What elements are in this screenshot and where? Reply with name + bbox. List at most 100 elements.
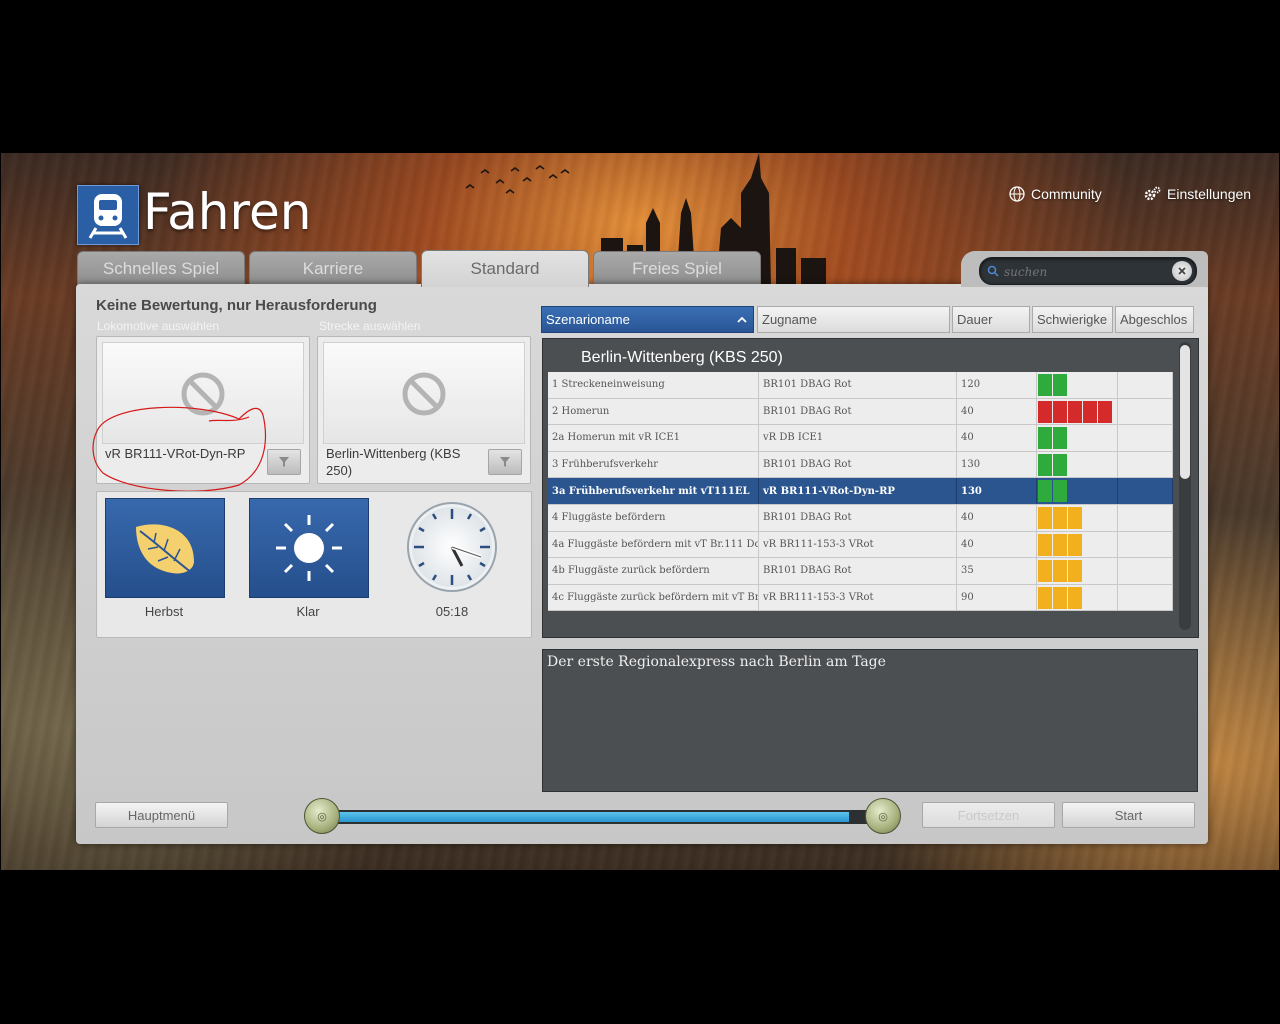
difficulty-bars: [1038, 480, 1067, 503]
scenario-name-cell: 4c Fluggäste zurück befördern mit vT Br.…: [548, 584, 759, 611]
table-row[interactable]: 4b Fluggäste zurück befördern BR101 DBAG …: [548, 558, 1173, 585]
main-menu-button[interactable]: Hauptmenü: [95, 802, 228, 828]
page-title: Fahren: [143, 183, 312, 241]
duration-cell: 40: [957, 531, 1037, 558]
difficulty-block: [1038, 560, 1052, 583]
scenario-name-cell: 4b Fluggäste zurück befördern: [548, 558, 759, 584]
difficulty-bars: [1038, 374, 1067, 396]
difficulty-block: [1053, 453, 1067, 476]
table-row[interactable]: 4 Fluggäste befördern BR101 DBAG Rot 40: [548, 504, 1173, 532]
globe-icon: [1009, 186, 1025, 202]
difficulty-block: [1053, 506, 1067, 529]
difficulty-block: [1038, 453, 1052, 476]
difficulty-block: [1038, 427, 1052, 450]
difficulty-block: [1098, 400, 1112, 423]
tab-quick-game[interactable]: Schnelles Spiel: [77, 251, 245, 286]
column-duration[interactable]: Dauer: [952, 306, 1030, 333]
train-name-cell: BR101 DBAG Rot: [759, 451, 957, 478]
scenario-name-cell: 1 Streckeneinweisung: [548, 372, 759, 398]
duration-cell: 130: [957, 451, 1037, 478]
difficulty-bars: [1038, 427, 1067, 450]
table-row-selected[interactable]: 3a Frühberufsverkehr mit vT111EL vR BR111…: [548, 478, 1173, 505]
progress-right-knob: ◎: [865, 798, 901, 834]
red-circle-annotation: [92, 406, 266, 492]
duration-cell: 35: [957, 558, 1037, 584]
scenario-name-cell: 2a Homerun mit vR ICE1: [548, 425, 759, 451]
train-name-cell: vR BR111-153-3 VRot: [759, 584, 957, 611]
season-button[interactable]: [105, 498, 225, 598]
train-logo: [77, 185, 139, 245]
table-row[interactable]: 4c Fluggäste zurück befördern mit vT Br.…: [548, 584, 1173, 612]
difficulty-block: [1038, 586, 1052, 609]
route-preview: [323, 342, 525, 444]
scenario-list: Berlin-Wittenberg (KBS 250) 1 Streckenei…: [542, 338, 1199, 638]
tab-career[interactable]: Karriere: [249, 251, 417, 286]
weather-button[interactable]: [249, 498, 369, 598]
season-label: Herbst: [144, 604, 184, 619]
community-label: Community: [1031, 186, 1102, 202]
difficulty-block: [1038, 400, 1052, 423]
search-input[interactable]: [1002, 262, 1166, 282]
table-row[interactable]: 4a Fluggäste befördern mit vT Br.111 Dos…: [548, 531, 1173, 559]
difficulty-block: [1038, 480, 1052, 503]
completed-cell: [1118, 372, 1173, 398]
difficulty-block: [1053, 480, 1067, 503]
train-name-cell: BR101 DBAG Rot: [759, 504, 957, 531]
list-scrollbar[interactable]: [1179, 342, 1191, 630]
completed-cell: [1118, 425, 1173, 451]
leaf-icon: [136, 524, 194, 574]
loco-filter-button[interactable]: [267, 449, 301, 475]
table-row[interactable]: 2 Homerun BR101 DBAG Rot 40: [548, 398, 1173, 426]
difficulty-block: [1053, 427, 1067, 450]
column-difficulty[interactable]: Schwierigke: [1032, 306, 1113, 333]
route-filter-button[interactable]: [488, 449, 522, 475]
difficulty-block: [1038, 506, 1052, 529]
train-name-cell: BR101 DBAG Rot: [759, 398, 957, 425]
train-name-cell: vR BR111-VRot-Dyn-RP: [759, 478, 957, 504]
difficulty-block: [1068, 400, 1082, 423]
community-link[interactable]: Community: [1009, 186, 1102, 202]
filter-icon: [500, 457, 510, 467]
close-icon: [1178, 267, 1186, 275]
tab-free-play[interactable]: Freies Spiel: [593, 251, 761, 286]
difficulty-block: [1038, 533, 1052, 556]
duration-cell: 130: [957, 478, 1037, 504]
settings-label: Einstellungen: [1167, 186, 1252, 202]
gears-icon: [1144, 186, 1161, 201]
column-completed[interactable]: Abgeschlos: [1115, 306, 1194, 333]
duration-cell: 40: [957, 398, 1037, 425]
environment-panel: Herbst Klar 05:18: [96, 491, 532, 638]
train-name-cell: BR101 DBAG Rot: [759, 372, 957, 398]
column-scenario-name[interactable]: Szenarioname: [541, 306, 754, 333]
settings-link[interactable]: Einstellungen: [1143, 186, 1251, 202]
scrollbar-thumb[interactable]: [1180, 345, 1190, 479]
duration-cell: 90: [957, 584, 1037, 611]
duration-cell: 120: [957, 372, 1037, 398]
difficulty-bars: [1038, 453, 1067, 476]
scenario-name-cell: 4 Fluggäste befördern: [548, 504, 759, 531]
route-selector[interactable]: Berlin-Wittenberg (KBS 250): [317, 336, 531, 484]
search-icon: [987, 265, 999, 277]
birds-graphic: [465, 165, 570, 194]
tab-standard[interactable]: Standard: [421, 250, 589, 287]
sun-icon: [276, 515, 342, 581]
start-button[interactable]: Start: [1062, 802, 1195, 828]
clear-search-button[interactable]: [1172, 261, 1192, 281]
scenario-name-cell: 3 Frühberufsverkehr: [548, 451, 759, 478]
progress-left-knob: ◎: [304, 798, 340, 834]
scenario-description: Der erste Regionalexpress nach Berlin am…: [547, 654, 886, 670]
table-row[interactable]: 2a Homerun mit vR ICE1 vR DB ICE1 40: [548, 425, 1173, 452]
column-train-name[interactable]: Zugname: [757, 306, 950, 333]
continue-button[interactable]: Fortsetzen: [922, 802, 1055, 828]
difficulty-block: [1068, 586, 1082, 609]
difficulty-bars: [1038, 533, 1082, 556]
scenario-name-cell: 4a Fluggäste befördern mit vT Br.111 Dos…: [548, 531, 759, 558]
column-scenario-label: Szenarioname: [546, 312, 630, 327]
table-row[interactable]: 3 Frühberufsverkehr BR101 DBAG Rot 130: [548, 451, 1173, 479]
table-row[interactable]: 1 Streckeneinweisung BR101 DBAG Rot 120: [548, 372, 1173, 399]
difficulty-bars: [1038, 560, 1082, 583]
difficulty-block: [1053, 374, 1067, 396]
clock-icon[interactable]: [405, 500, 499, 594]
loco-select-label: Lokomotive auswählen: [97, 319, 220, 333]
completed-cell: [1118, 478, 1173, 504]
